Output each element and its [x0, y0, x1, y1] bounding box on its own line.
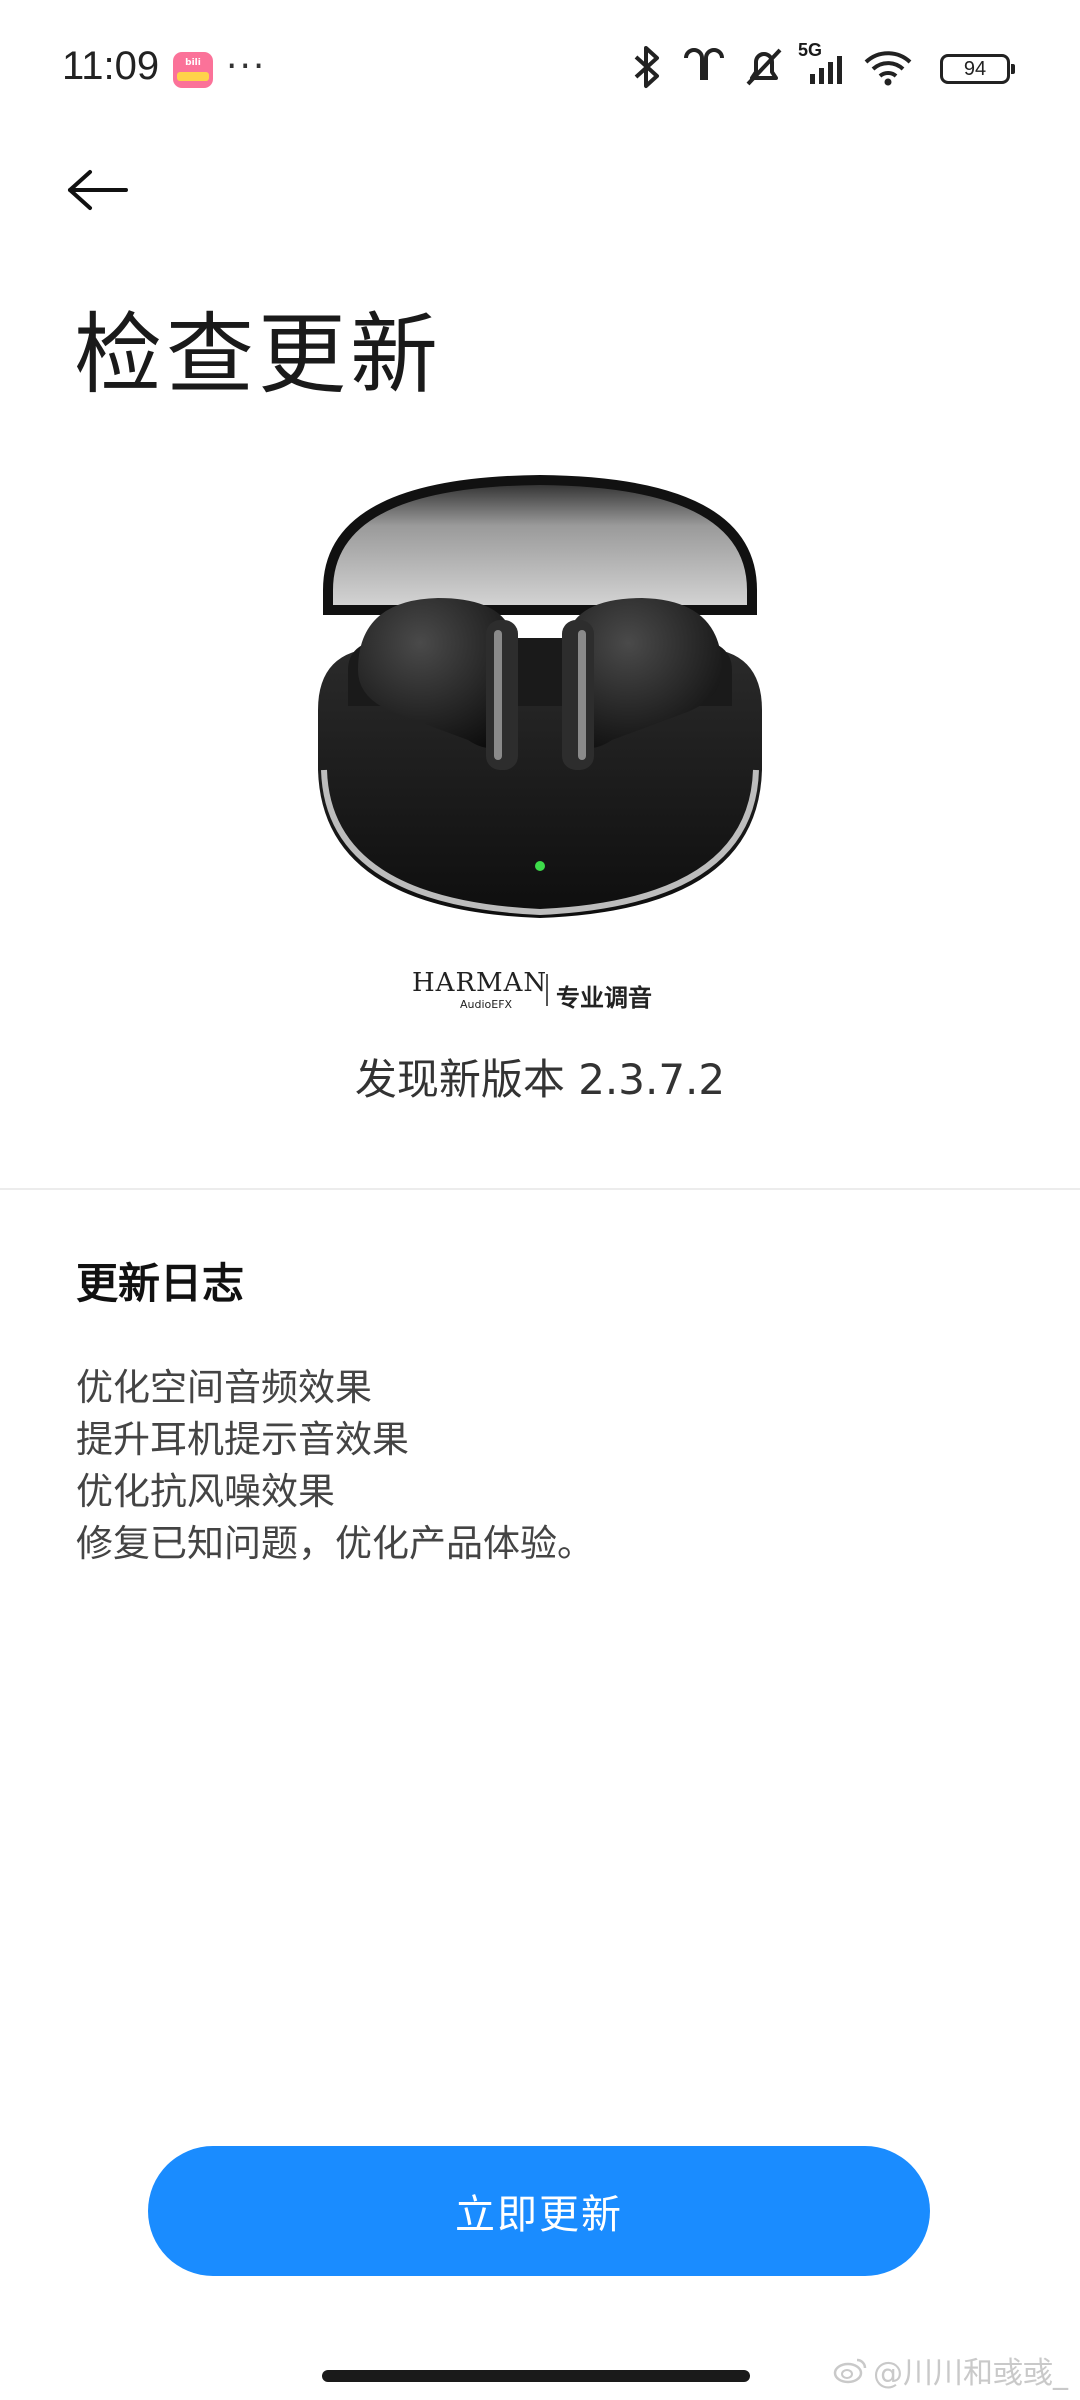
brand-divider — [546, 974, 548, 1006]
changelog-item: 优化抗风噪效果 — [76, 1470, 335, 1513]
wifi-icon — [864, 51, 912, 86]
earbuds-product-image — [318, 474, 762, 918]
brand-harman: HARMAN — [412, 968, 548, 998]
mute-icon — [746, 48, 782, 86]
weibo-icon — [833, 2358, 867, 2384]
harman-audioefx-logo: HARMAN AudioEFX 专业调音 — [412, 968, 672, 1012]
new-version-text: 发现新版本 2.3.7.2 — [354, 1055, 726, 1104]
changelog-list: 优化空间音频效果 提升耳机提示音效果 优化抗风噪效果 修复已知问题，优化产品体验… — [76, 1362, 594, 1570]
back-arrow-icon — [68, 170, 128, 210]
back-button[interactable] — [66, 150, 156, 230]
earbuds-icon — [684, 48, 724, 80]
home-indicator[interactable] — [322, 2370, 750, 2382]
status-bar: 11:09 bili ··· 5G 94 — [0, 0, 1080, 140]
battery-indicator: 94 — [940, 54, 1015, 84]
signal-icon — [810, 56, 842, 84]
more-notifications-icon: ··· — [226, 46, 267, 87]
update-check-screen: 11:09 bili ··· 5G 94 检查更新 HARMAN AudioEF… — [0, 0, 1080, 2400]
status-time: 11:09 — [62, 44, 160, 88]
changelog-heading: 更新日志 — [76, 1259, 245, 1308]
update-now-button[interactable]: 立即更新 — [148, 2146, 930, 2276]
status-icons: 5G 94 — [630, 40, 1015, 92]
bilibili-icon: bili — [173, 52, 213, 88]
weibo-watermark: @川川和彧彧_ — [833, 2348, 1068, 2392]
page-title: 检查更新 — [74, 303, 443, 406]
brand-audioefx: AudioEFX — [460, 998, 513, 1011]
changelog-item: 优化空间音频效果 — [76, 1366, 372, 1409]
bluetooth-icon — [634, 46, 659, 88]
section-divider — [0, 1188, 1080, 1190]
changelog-item: 提升耳机提示音效果 — [76, 1418, 409, 1461]
brand-tagline: 专业调音 — [556, 984, 652, 1012]
changelog-item: 修复已知问题，优化产品体验。 — [76, 1522, 594, 1565]
watermark-text: @川川和彧彧_ — [873, 2356, 1068, 2391]
